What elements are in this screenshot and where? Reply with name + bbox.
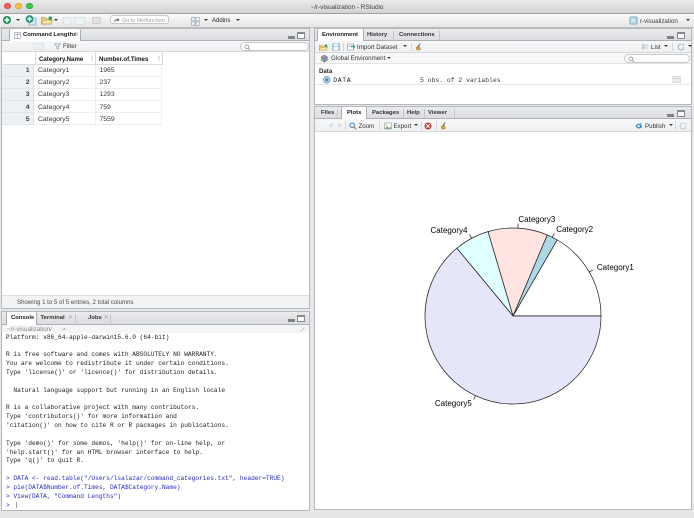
svg-text:Category2: Category2 [556,225,593,234]
svg-text:Category5: Category5 [435,399,472,408]
svg-text:Category4: Category4 [431,226,468,235]
svg-text:R: R [631,18,636,25]
svg-text:Category1: Category1 [597,263,634,272]
svg-text:Category3: Category3 [518,215,555,224]
